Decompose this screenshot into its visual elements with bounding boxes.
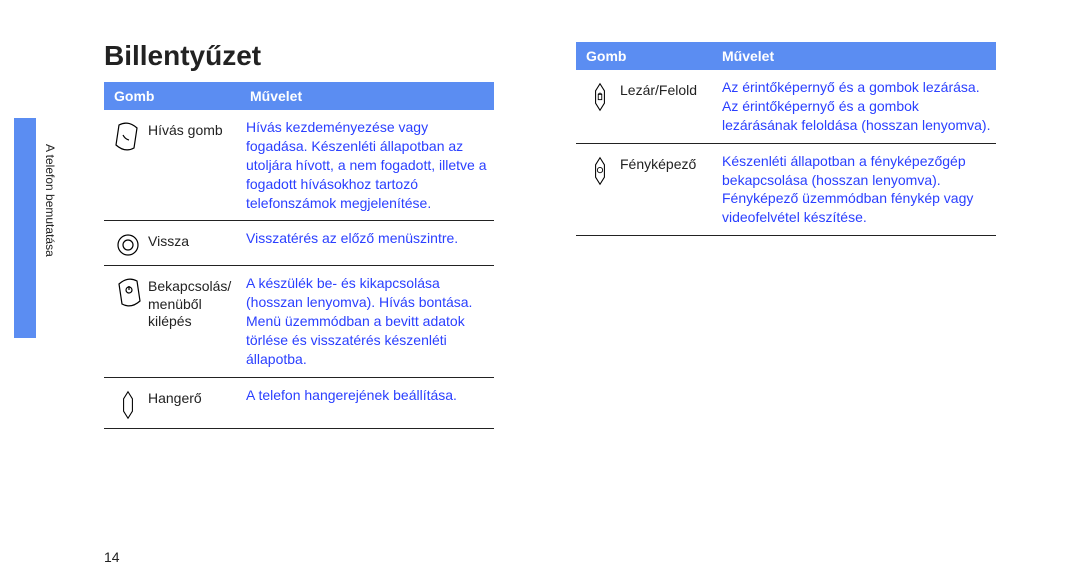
row-label: Vissza [148, 229, 246, 251]
table-row: Hívás gomb Hívás kezdeményezése vagy fog… [104, 110, 494, 221]
right-table: Gomb Művelet Lezár/Felold Az érintőképer… [576, 42, 996, 236]
back-icon [108, 229, 148, 257]
call-key-icon [108, 118, 148, 152]
power-exit-icon [108, 274, 148, 308]
camera-icon [580, 152, 620, 186]
row-operation: A telefon hangerejének beállítása. [246, 386, 490, 405]
row-label: Bekapcsolás/ menüből kilépés [148, 274, 246, 331]
left-table: Gomb Művelet Hívás gomb Hívás kezdeménye… [104, 82, 494, 429]
lock-icon [580, 78, 620, 112]
page-title: Billentyűzet [104, 40, 261, 72]
row-operation: Készenléti állapotban a fényképezőgép be… [722, 152, 992, 228]
row-operation: Visszatérés az előző menüszintre. [246, 229, 490, 248]
volume-icon [108, 386, 148, 420]
table-row: Fényképező Készenléti állapotban a fényk… [576, 144, 996, 237]
table-row: Lezár/Felold Az érintőképernyő és a gomb… [576, 70, 996, 144]
side-tab [14, 118, 36, 338]
table-row: Hangerő A telefon hangerejének beállítás… [104, 378, 494, 429]
row-operation: Hívás kezdeményezése vagy fogadása. Kész… [246, 118, 490, 212]
row-label: Lezár/Felold [620, 78, 722, 100]
row-label: Fényképező [620, 152, 722, 174]
table-row: Bekapcsolás/ menüből kilépés A készülék … [104, 266, 494, 377]
header-gomb: Gomb [104, 82, 246, 110]
row-label: Hívás gomb [148, 118, 246, 140]
table-header: Gomb Művelet [576, 42, 996, 70]
page-number: 14 [104, 549, 120, 565]
header-muvelet: Művelet [718, 42, 996, 70]
row-operation: A készülék be- és kikapcsolása (hosszan … [246, 274, 490, 368]
header-gomb: Gomb [576, 42, 718, 70]
side-label: A telefon bemutatása [43, 144, 57, 257]
row-label: Hangerő [148, 386, 246, 408]
row-operation: Az érintőképernyő és a gombok lezárása. … [722, 78, 992, 135]
table-row: Vissza Visszatérés az előző menüszintre. [104, 221, 494, 266]
table-header: Gomb Művelet [104, 82, 494, 110]
header-muvelet: Művelet [246, 82, 494, 110]
